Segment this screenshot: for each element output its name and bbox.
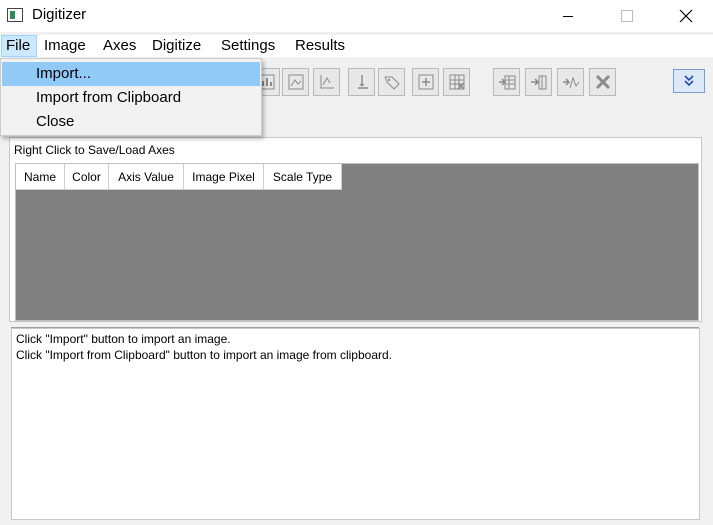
maximize-icon	[621, 10, 633, 22]
menu-digitize[interactable]: Digitize	[148, 35, 205, 57]
menu-item-close[interactable]: Close	[2, 110, 260, 134]
menu-settings[interactable]: Settings	[217, 35, 279, 57]
menu-item-import-from-clipboard[interactable]: Import from Clipboard	[2, 86, 260, 110]
column-header-axis-value[interactable]: Axis Value	[109, 164, 184, 190]
column-header-color[interactable]: Color	[65, 164, 109, 190]
minimize-button[interactable]	[545, 0, 591, 32]
grid-button[interactable]	[443, 68, 470, 96]
grid-icon	[449, 74, 465, 90]
log-output[interactable]: Click "Import" button to import an image…	[11, 328, 700, 520]
add-column-icon	[530, 75, 546, 90]
menu-item-import[interactable]: Import...	[2, 62, 260, 86]
axes-table-header: Name Color Axis Value Image Pixel Scale …	[16, 164, 342, 190]
log-line: Click "Import" button to import an image…	[16, 332, 231, 346]
column-header-scale-type[interactable]: Scale Type	[264, 164, 342, 190]
bar-button[interactable]	[348, 68, 375, 96]
expand-toolbar-button[interactable]	[673, 69, 705, 93]
menu-file[interactable]: File	[1, 35, 37, 57]
axis-icon	[320, 75, 334, 89]
axis-button[interactable]	[313, 68, 340, 96]
column-header-name[interactable]: Name	[16, 164, 65, 190]
image-icon	[288, 74, 303, 90]
file-menu-dropdown: Import... Import from Clipboard Close	[0, 58, 262, 136]
close-button[interactable]	[663, 0, 709, 32]
log-line: Click "Import from Clipboard" button to …	[16, 348, 393, 362]
bar-icon	[357, 75, 368, 89]
point-icon	[418, 74, 433, 90]
point-button[interactable]	[412, 68, 439, 96]
add-curve-icon	[562, 76, 579, 89]
add-column-button[interactable]	[525, 68, 552, 96]
minimize-icon	[563, 15, 573, 17]
window-title: Digitizer	[32, 6, 87, 23]
close-icon	[679, 9, 693, 23]
axes-table[interactable]: Name Color Axis Value Image Pixel Scale …	[15, 163, 699, 321]
maximize-button[interactable]	[604, 0, 650, 32]
add-curve-button[interactable]	[557, 68, 584, 96]
image-button[interactable]	[282, 68, 309, 96]
axes-caption: Right Click to Save/Load Axes	[14, 143, 175, 157]
add-table-icon	[498, 75, 515, 90]
tag-button[interactable]	[378, 68, 405, 96]
column-header-image-pixel[interactable]: Image Pixel	[184, 164, 264, 190]
menu-bar: File Image Axes Digitize Settings Result…	[0, 35, 713, 57]
add-table-button[interactable]	[493, 68, 520, 96]
delete-button[interactable]	[589, 68, 616, 96]
double-chevron-down-icon	[684, 75, 694, 87]
title-bar: Digitizer	[0, 0, 713, 32]
menu-results[interactable]: Results	[291, 35, 349, 57]
tag-icon	[383, 76, 400, 90]
menu-image[interactable]: Image	[40, 35, 90, 57]
menu-axes[interactable]: Axes	[99, 35, 140, 57]
app-icon	[7, 8, 23, 22]
delete-icon	[595, 74, 610, 90]
